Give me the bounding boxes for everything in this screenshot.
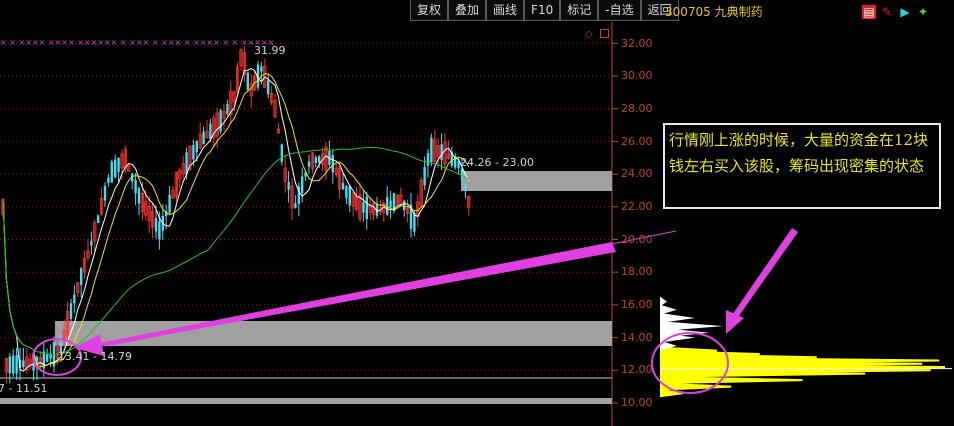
candle-body xyxy=(246,72,249,90)
candle-body xyxy=(202,131,205,145)
candle-body xyxy=(318,156,321,163)
chart-icon[interactable]: ▤ xyxy=(862,5,876,19)
candle-body xyxy=(341,182,345,190)
star-icon[interactable]: ✦ xyxy=(916,5,930,19)
square-icon xyxy=(600,29,609,38)
candle-body xyxy=(430,137,433,163)
high-price-label: 31.99 xyxy=(254,44,286,57)
annotation-box: 行情刚上涨的时候，大量的资金在12块钱左右买入该股，筹码出现密集的状态 xyxy=(663,123,941,209)
candle-body xyxy=(314,157,317,163)
candle-body xyxy=(8,356,11,374)
candle-body xyxy=(403,200,406,211)
candle-body xyxy=(73,294,76,304)
price-tick: 22.00 xyxy=(621,200,653,213)
candle-body xyxy=(154,218,158,232)
price-tick: 26.00 xyxy=(621,135,653,148)
top-right-icons: ▤ ✎ ▶ ✦ xyxy=(862,5,930,19)
overlay-button[interactable]: 叠加 xyxy=(448,0,487,21)
draw-line-button[interactable]: 画线 xyxy=(486,0,525,21)
candle-body xyxy=(331,155,334,173)
candle-body xyxy=(137,188,141,204)
candle-body xyxy=(192,144,195,160)
stock-code-name: 300705 九典制药 xyxy=(665,5,763,19)
candle-body xyxy=(12,355,15,374)
candle-body xyxy=(46,354,49,362)
price-tick: 32.00 xyxy=(621,37,653,50)
candle-body xyxy=(107,177,110,183)
chip-distribution xyxy=(660,296,952,398)
candle-body xyxy=(365,196,368,220)
candle-body xyxy=(219,110,222,132)
range-label-low: 13.41 - 14.79 xyxy=(58,350,132,363)
candle-body xyxy=(287,182,290,190)
price-tick: 18.00 xyxy=(621,265,653,278)
candle-body xyxy=(389,200,392,208)
price-tick: 10.00 xyxy=(621,396,653,409)
diamond-icon: ◇ xyxy=(585,29,593,40)
candle-body xyxy=(117,157,120,172)
candle-body xyxy=(158,221,161,240)
chip-bar-white xyxy=(660,312,695,323)
range-label-mid: 24.26 - 23.00 xyxy=(460,156,534,169)
price-tick: 14.00 xyxy=(621,331,653,344)
pen-icon[interactable]: ✎ xyxy=(880,5,894,19)
band-14 xyxy=(55,321,612,346)
band-11 xyxy=(0,398,612,404)
chip-bar-white xyxy=(660,304,677,315)
price-tick: 16.00 xyxy=(621,298,653,311)
candle-body xyxy=(345,185,348,199)
candle-body xyxy=(209,123,212,139)
candle-body xyxy=(362,202,365,213)
candle-body xyxy=(226,103,229,114)
price-tick: 28.00 xyxy=(621,102,653,115)
candle-body xyxy=(348,185,351,206)
candle-body xyxy=(90,240,93,246)
price-range-bands xyxy=(0,171,612,404)
band-24 xyxy=(461,171,612,191)
restore-right-button[interactable]: 复权 xyxy=(410,0,449,21)
annotation-text: 行情刚上涨的时候，大量的资金在12块钱左右买入该股，筹码出现密集的状态 xyxy=(669,131,929,175)
price-tick: 12.00 xyxy=(621,363,653,376)
candle-body xyxy=(386,197,389,215)
price-tick: 24.00 xyxy=(621,167,653,180)
candle-body xyxy=(267,80,270,95)
arrow2-shaft xyxy=(730,228,798,320)
candle-body xyxy=(114,159,117,178)
candle-body xyxy=(22,360,25,368)
remove-watchlist-button[interactable]: -自选 xyxy=(598,0,641,21)
price-tick: 20.00 xyxy=(621,233,653,246)
candle-body xyxy=(134,179,137,194)
candle-body xyxy=(103,185,107,201)
marker-row: × × ×××× ×××× ×××××× × ××× × ××× × ×××× … xyxy=(0,38,275,47)
mark-button[interactable]: 标记 xyxy=(560,0,599,21)
chip-bar-yellow xyxy=(660,376,803,385)
candle-body xyxy=(195,141,198,153)
price-tick: 30.00 xyxy=(621,69,653,82)
candle-body xyxy=(280,144,283,162)
candle-body xyxy=(260,66,263,72)
kline-chart[interactable] xyxy=(0,0,954,426)
candle-body xyxy=(301,176,304,194)
play-icon[interactable]: ▶ xyxy=(898,5,912,19)
candle-body xyxy=(423,166,426,186)
candle-body xyxy=(97,215,100,223)
candle-body xyxy=(80,268,83,285)
candle-body xyxy=(168,194,171,213)
toolbar: 复权 叠加 画线 F10 标记 -自选 返回 xyxy=(410,0,679,22)
candle-body xyxy=(464,185,467,191)
chip-bar-white xyxy=(660,296,667,307)
chip-bar-white xyxy=(660,321,723,332)
candle-body xyxy=(15,355,18,374)
candle-body xyxy=(426,153,430,166)
candle-body xyxy=(440,144,443,161)
candle-body xyxy=(69,303,73,320)
candle-body xyxy=(307,161,311,167)
range-label-bottom: 7 - 11.51 xyxy=(0,382,48,395)
candle-body xyxy=(460,168,464,180)
candle-body xyxy=(294,203,297,208)
candle-body xyxy=(110,161,113,183)
f10-button[interactable]: F10 xyxy=(524,0,561,21)
